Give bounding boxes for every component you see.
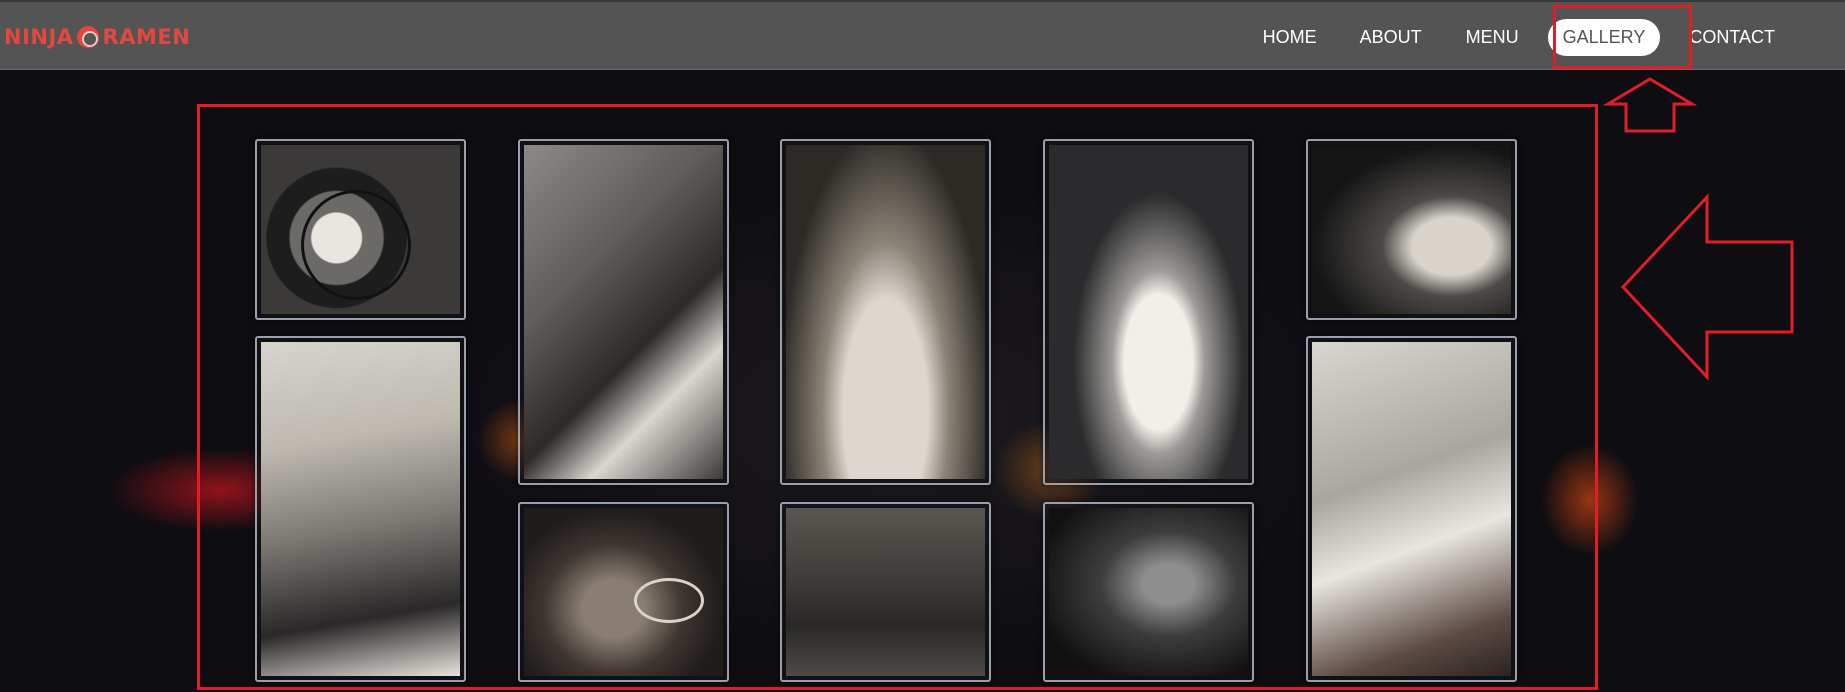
nav-home-link[interactable]: HOME [1248,19,1332,56]
ramen-bowl-icon [76,26,99,48]
left-arrow-annotation-icon [1620,193,1794,381]
up-arrow-annotation-icon [1602,77,1698,133]
nav-about-link[interactable]: ABOUT [1345,19,1437,56]
annotation-highlight-gallery-area [197,104,1598,690]
logo-text-ramen: RAMEN [102,25,191,49]
nav-menu-link[interactable]: MENU [1451,19,1534,56]
site-logo[interactable]: NINJA RAMEN [4,24,190,50]
logo-text-ninja: NINJA [4,25,74,49]
annotation-highlight-gallery-nav [1553,5,1692,69]
main-menu: HOME ABOUT MENU GALLERY CONTACT [1241,2,1845,72]
